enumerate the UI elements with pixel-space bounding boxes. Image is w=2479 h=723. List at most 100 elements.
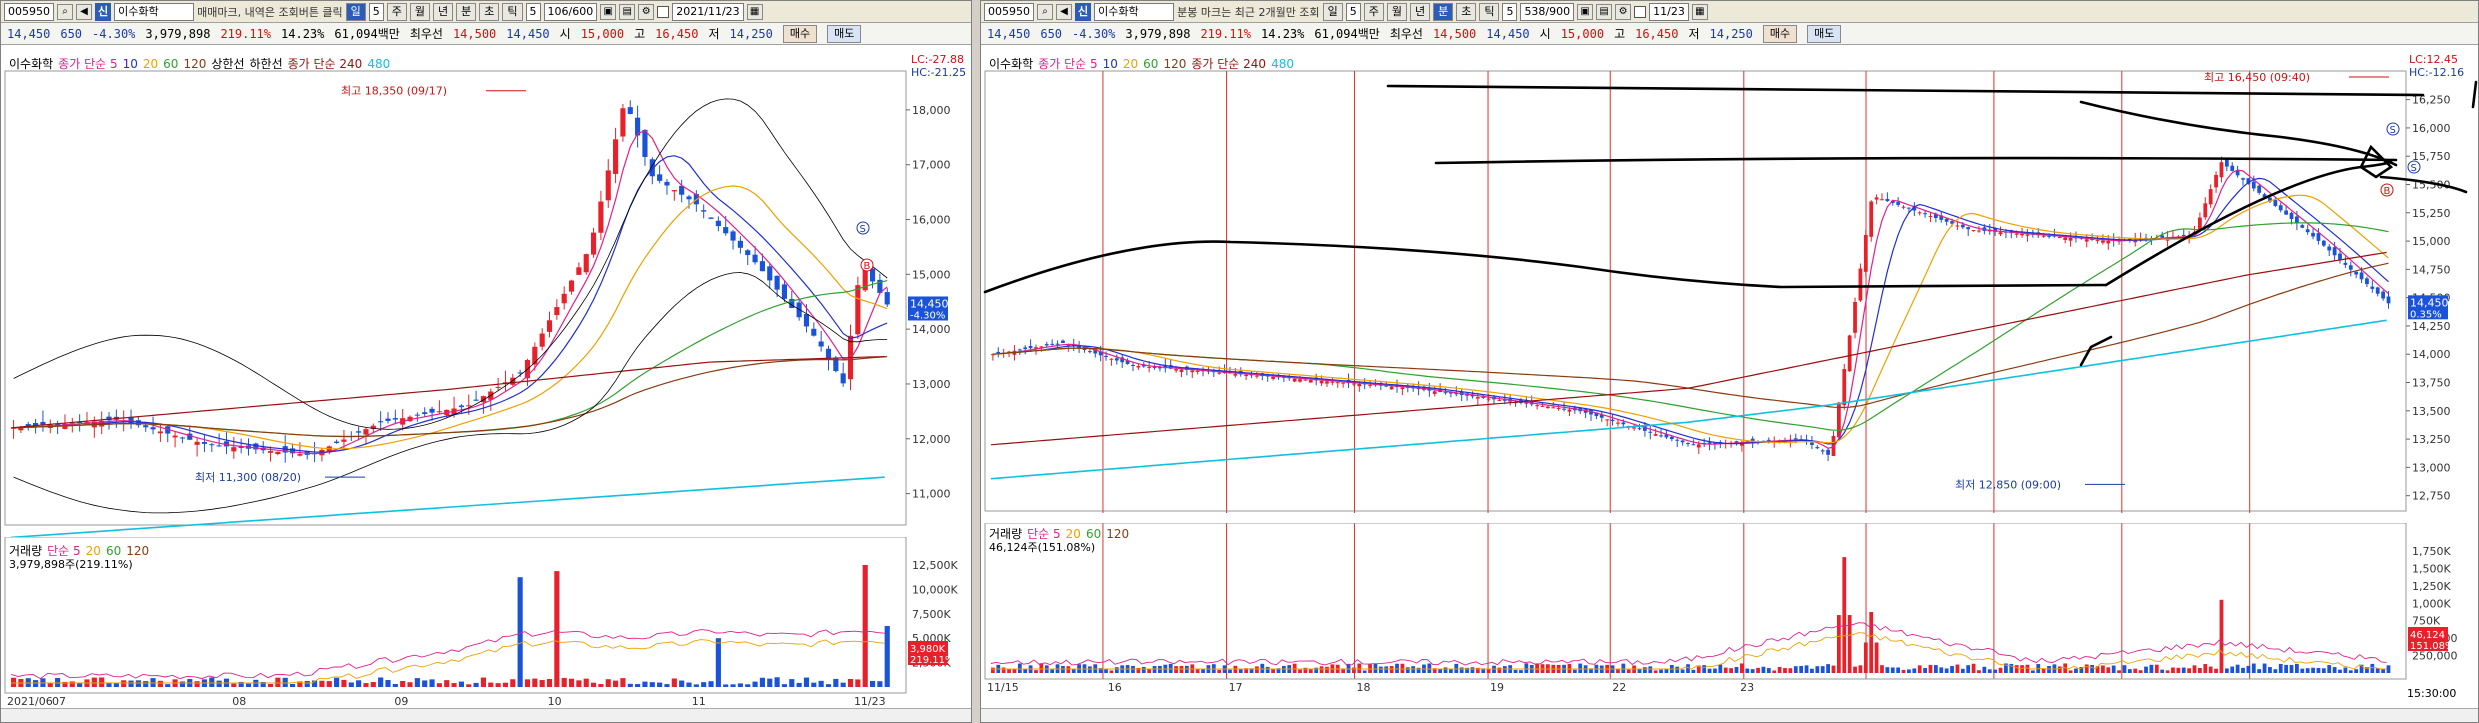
candle-body (209, 444, 215, 446)
volume-bar (2068, 670, 2073, 673)
volume-ma20 (991, 632, 2387, 670)
candle-body (1136, 366, 1141, 368)
volume-bar (2381, 669, 2385, 673)
stock-code-input[interactable]: 005950 (4, 2, 54, 21)
sell-button[interactable]: 매도 (827, 24, 862, 43)
volume-bar (991, 667, 995, 673)
tab-minute[interactable]: 분 (456, 2, 477, 21)
date-field[interactable]: 2021/11/23 (672, 2, 744, 21)
stock-code-input[interactable]: 005950 (984, 2, 1034, 21)
volume-bar (2187, 668, 2192, 673)
volume-bar (752, 681, 758, 687)
candle-body (590, 232, 597, 255)
legend-vol-ma120: 120 (1106, 526, 1130, 541)
candle-body (1335, 382, 1340, 384)
tab-year[interactable]: 년 (1409, 2, 1431, 21)
candle-body (752, 254, 758, 263)
candle-body (1389, 386, 1394, 390)
chart-scrollbar[interactable] (1, 708, 971, 722)
date-checkbox[interactable] (657, 5, 670, 18)
tab-month[interactable]: 월 (409, 2, 431, 21)
volume-bar (1826, 664, 1830, 673)
candle-body (642, 129, 648, 157)
tab-minute[interactable]: 분 (1433, 2, 1454, 21)
buy-button[interactable]: 매수 (782, 24, 818, 43)
volume-bar (194, 681, 200, 687)
search-icon[interactable]: ⌕ (1037, 3, 1053, 20)
candle-body (576, 267, 582, 275)
period-num-select[interactable]: 5 (368, 2, 384, 21)
volume: 3,979,898 (145, 26, 211, 41)
tab-tick[interactable]: 틱 (1479, 2, 1500, 21)
tab-day[interactable]: 일 (1322, 2, 1343, 21)
gear-icon[interactable]: ⚙ (638, 3, 655, 20)
volume-bar (1061, 666, 1065, 673)
gear-icon[interactable]: ⚙ (1615, 3, 1632, 20)
x-tick-label: 23 (1740, 681, 1754, 694)
tab-second[interactable]: 초 (479, 2, 500, 21)
candle-body (231, 447, 237, 452)
speaker-icon[interactable]: ◀ (1056, 3, 1072, 20)
tab-month[interactable]: 월 (1386, 2, 1407, 21)
candle-body (745, 250, 751, 256)
toolbar: 005950 ⌕ ◀ 신 이수화학 분봉 마크는 최근 2개월만 조회 일 5 … (981, 1, 2478, 23)
interval-select[interactable]: 5 (1502, 2, 1518, 21)
period-num-select[interactable]: 5 (1345, 2, 1361, 21)
chart-scrollbar[interactable] (981, 708, 2478, 722)
buy-button[interactable]: 매수 (1762, 24, 1798, 43)
candle-body (2020, 234, 2024, 236)
date-field[interactable]: 11/23 (1649, 2, 1689, 21)
date-checkbox[interactable] (1634, 5, 1647, 18)
save-icon[interactable]: ▤ (619, 3, 636, 20)
calendar-icon[interactable]: ▦ (1691, 3, 1708, 20)
candle-body (1917, 212, 1922, 214)
high-label: 고 (1614, 27, 1626, 41)
candle-body (811, 328, 817, 336)
candle-body (1357, 383, 1362, 387)
candle-body (1244, 374, 1249, 377)
volume-bar (686, 682, 692, 687)
speaker-icon[interactable]: ◀ (76, 3, 92, 20)
volume-bar (1761, 666, 1766, 673)
tab-tick[interactable]: 틱 (502, 2, 523, 21)
save-icon[interactable]: ▤ (1596, 3, 1613, 20)
candle-body (1610, 419, 1615, 422)
tab-year[interactable]: 년 (433, 2, 454, 21)
tab-day[interactable]: 일 (345, 2, 366, 21)
volume-bar (1928, 664, 1933, 673)
calendar-icon[interactable]: ▦ (746, 3, 763, 20)
candle-body (1546, 406, 1550, 409)
volume-bar (2327, 665, 2332, 673)
volume-bar (2084, 664, 2089, 673)
volume-bar (407, 682, 413, 687)
stock-name-field[interactable]: 이수화학 (114, 2, 195, 21)
volume-bar (326, 681, 332, 687)
count-field[interactable]: 538/900 (1520, 2, 1575, 21)
candle-body (1820, 450, 1825, 452)
volume-bar (2208, 666, 2213, 673)
candle-body (1971, 230, 1976, 232)
volume-bar (1912, 668, 1917, 673)
tab-week[interactable]: 주 (386, 2, 407, 21)
volume-bar (1783, 668, 1787, 673)
lock-icon[interactable]: ▣ (600, 3, 617, 20)
interval-select[interactable]: 5 (525, 2, 541, 21)
quote-bar: 14,450 650 -4.30% 3,979,898 219.11% 14.2… (1, 23, 971, 45)
count-field[interactable]: 106/600 (543, 2, 598, 21)
search-icon[interactable]: ⌕ (57, 3, 73, 20)
tab-second[interactable]: 초 (1456, 2, 1477, 21)
stock-name-field[interactable]: 이수화학 (1094, 2, 1175, 21)
candle-body (1567, 409, 1572, 412)
candle-body (1475, 397, 1480, 399)
volume-ratio: 219.11% (220, 26, 272, 41)
volume-bar (1265, 666, 1270, 673)
lock-icon[interactable]: ▣ (1577, 3, 1594, 20)
volume-bar (590, 682, 597, 687)
candle-body (1298, 379, 1302, 382)
tab-week[interactable]: 주 (1363, 2, 1384, 21)
candle-body (216, 445, 222, 447)
volume-bar (1799, 666, 1804, 673)
volume-ratio: 219.11% (1200, 26, 1252, 41)
sell-button[interactable]: 매도 (1807, 24, 1842, 43)
candle-body (1858, 268, 1863, 301)
